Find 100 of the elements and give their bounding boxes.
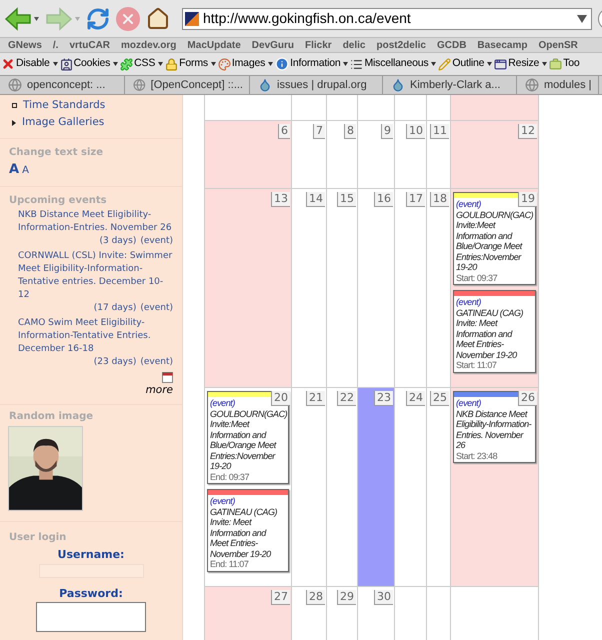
bookmark-link[interactable]: mozdev.org — [121, 38, 176, 52]
field-label: Password: — [59, 586, 123, 602]
drop-icon — [391, 78, 405, 92]
caret-icon — [268, 62, 274, 66]
event-link[interactable]: (event) — [140, 356, 173, 368]
day-number: 21 — [306, 391, 325, 406]
event-title: NKB Distance Meet Eligibility-Information-Entries. November 26 — [456, 408, 532, 450]
day-number: 29 — [337, 590, 356, 605]
menu-link[interactable]: Time Standards — [23, 98, 106, 113]
toolbar-menu-button[interactable]: Cookies — [60, 56, 118, 72]
toolbox-icon — [549, 58, 562, 70]
bookmark-link[interactable]: delic — [342, 38, 366, 52]
text-size-link[interactable]: A — [22, 163, 29, 178]
toolbar-menu-button[interactable]: Too — [549, 56, 580, 72]
section-heading: Upcoming events — [9, 194, 108, 208]
event-link[interactable]: CORNWALL (CSL) Invite: Swimmer Meet Eligibility-Information-Tentative entries. December 10-12 — [18, 250, 173, 302]
puzzle-icon — [120, 58, 134, 70]
site-icon — [185, 12, 199, 26]
day-number: 19 — [518, 192, 537, 207]
day-number: 7 — [313, 124, 325, 139]
event-time: Start: 11:07 — [456, 360, 498, 370]
event-time: Start: 09:37 — [456, 272, 498, 283]
day-number: 12 — [518, 124, 537, 139]
field-label: Username: — [58, 547, 124, 564]
event-link[interactable]: NKB Distance Meet Eligibility-Information-Entries. November 26 — [18, 208, 173, 234]
toolbar-menu-button[interactable]: Information — [275, 56, 348, 72]
event-link[interactable]: (event) — [140, 234, 173, 248]
calendar-icon — [162, 370, 173, 382]
globe-icon — [525, 78, 539, 92]
bookmark-link[interactable]: /. — [52, 38, 58, 52]
info-icon — [275, 57, 290, 71]
caret-icon — [75, 16, 80, 20]
right-arrow-icon — [45, 6, 73, 30]
bookmark-link[interactable]: Flickr — [305, 38, 332, 52]
toolbar-menu-button[interactable]: Disable — [1, 56, 58, 72]
globe-icon — [133, 78, 146, 92]
more-link[interactable]: more — [146, 382, 173, 398]
left-arrow-icon — [4, 6, 32, 30]
address-bar[interactable]: http://www.gokingfish.on.ca/event — [182, 8, 592, 30]
day-number: 22 — [337, 391, 356, 406]
caret-icon — [343, 62, 348, 66]
url-text: http://www.gokingfish.on.ca/event — [203, 9, 412, 28]
caret-icon — [542, 62, 548, 66]
day-number: 23 — [374, 391, 393, 406]
bookmark-link[interactable]: post2delic — [376, 38, 426, 52]
caret-icon — [34, 16, 39, 20]
day-number: 14 — [306, 192, 325, 207]
bookmark-link[interactable]: vrtuCAR — [69, 38, 110, 52]
day-number: 24 — [406, 391, 425, 406]
event-title: GOULBOURN(GAC) Invite:Meet Information and Blue/Orange Meet Entries:November 19-20 — [456, 210, 532, 272]
bookmark-link[interactable]: OpenSR — [538, 38, 578, 52]
day-number: 9 — [381, 124, 393, 139]
list-icon — [350, 58, 364, 70]
event-title: GATINEAU (CAG) Invite: Meet Information and Meet Entries-November 19-20 — [210, 506, 278, 559]
bookmark-link[interactable]: Basecamp — [477, 38, 528, 52]
event-link[interactable]: (event) — [456, 398, 481, 408]
event-time: End: 11:07 — [210, 559, 250, 570]
menu-link[interactable]: Image Galleries — [22, 115, 104, 130]
bookmark-link[interactable]: GCDB — [436, 38, 466, 52]
drop-icon — [258, 78, 272, 92]
day-number: 16 — [374, 192, 393, 207]
toolbar-menu-button[interactable]: CSS — [120, 56, 164, 72]
toolbar-menu-button[interactable]: Resize — [494, 56, 548, 72]
countdown-text: (17 days) — [94, 302, 136, 314]
event-link[interactable]: (event) — [456, 297, 481, 308]
event-title: GATINEAU (CAG) Invite: Meet Information and Meet Entries-November 19-20 — [456, 308, 524, 360]
toolbar-menu-button[interactable]: Outline — [438, 56, 492, 72]
day-number: 27 — [271, 590, 290, 605]
day-number: 30 — [374, 590, 393, 605]
event-link[interactable]: (event) — [140, 302, 173, 314]
event-link[interactable]: (event) — [210, 496, 235, 506]
section-heading: User login — [9, 531, 68, 546]
caret-icon — [158, 62, 164, 66]
day-number: 13 — [271, 192, 290, 207]
day-number: 26 — [518, 391, 537, 406]
event-link[interactable]: (event) — [210, 398, 235, 408]
password-field[interactable] — [36, 602, 146, 632]
countdown-text: (3 days) — [99, 234, 136, 248]
event-link[interactable]: CAMO Swim Meet Eligibility-Information-Tentative Entries. December 16-18 — [18, 316, 173, 356]
text-size-link[interactable]: A — [9, 160, 20, 180]
caret-icon — [487, 62, 492, 66]
event-time: End: 09:37 — [210, 472, 250, 482]
id-card-icon — [60, 58, 73, 70]
reload-icon — [86, 6, 110, 30]
bookmark-link[interactable]: DevGuru — [252, 38, 294, 52]
day-number: 6 — [278, 124, 290, 139]
bookmark-link[interactable]: GNews — [8, 38, 42, 52]
globe-icon — [8, 78, 22, 92]
day-number: 10 — [406, 124, 425, 139]
event-link[interactable]: (event) — [456, 199, 481, 210]
toolbar-menu-button[interactable]: Miscellaneous — [350, 56, 436, 72]
dropdown-icon[interactable] — [577, 14, 587, 22]
home-icon — [146, 6, 170, 30]
toolbar-menu-button[interactable]: Images — [218, 56, 274, 72]
cross-icon — [1, 57, 15, 71]
bookmark-link[interactable]: MacUpdate — [187, 38, 241, 52]
window-icon — [494, 58, 508, 70]
palette-icon — [218, 58, 231, 70]
toolbar-menu-button[interactable]: Forms — [165, 56, 216, 72]
lock-icon — [165, 58, 178, 70]
